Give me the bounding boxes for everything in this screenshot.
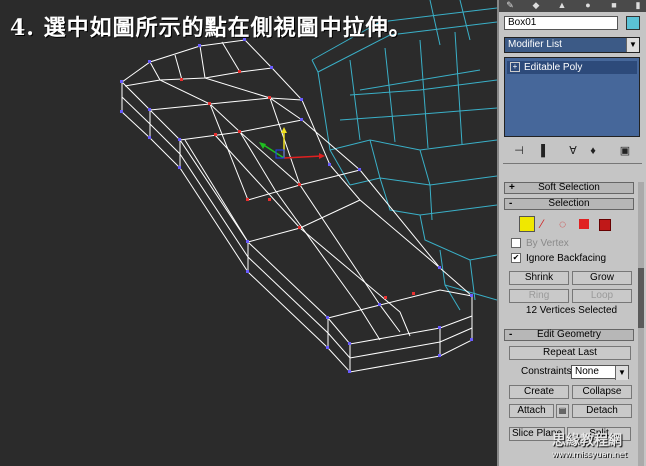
create-tab-icon[interactable]: ✎ xyxy=(503,0,517,10)
repeat-last-button[interactable]: Repeat Last xyxy=(509,346,631,360)
constraints-label: Constraints: xyxy=(521,366,575,377)
constraints-value: None xyxy=(575,366,599,377)
panel-scrollbar[interactable] xyxy=(638,182,644,466)
display-tab-icon[interactable]: ■ xyxy=(607,0,621,10)
subobject-icons: ⁄ ◌ xyxy=(519,216,619,232)
modifier-list-dropdown[interactable]: Modifier List ▼ xyxy=(504,37,640,53)
rollout-selection-label: Selection xyxy=(548,198,590,209)
background-cyan-mesh xyxy=(311,0,497,311)
loop-button[interactable]: Loop xyxy=(572,289,632,303)
rollout-soft-selection-label: Soft Selection xyxy=(538,182,600,193)
selected-vertices xyxy=(180,70,415,299)
ring-button[interactable]: Ring xyxy=(509,289,569,303)
chevron-down-icon[interactable]: ▼ xyxy=(626,38,639,52)
detach-button[interactable]: Detach xyxy=(572,404,632,418)
utilities-tab-icon[interactable]: ▮ xyxy=(631,0,645,10)
attach-list-icon[interactable]: ▤ xyxy=(556,404,569,418)
vertices xyxy=(120,38,473,373)
rollout-selection[interactable]: - Selection xyxy=(504,198,634,210)
motion-tab-icon[interactable]: ● xyxy=(581,0,595,10)
configure-sets-icon[interactable]: ▣ xyxy=(618,144,632,158)
scrollbar-thumb[interactable] xyxy=(638,268,644,328)
selection-info: 12 Vertices Selected xyxy=(525,305,618,316)
site-watermark: 思緣教程網 www.missyuan.net xyxy=(552,430,644,464)
grow-button[interactable]: Grow xyxy=(572,271,632,285)
watermark-text: 思緣教程網 xyxy=(552,433,622,449)
ignore-backfacing-checkbox[interactable]: ✔ Ignore Backfacing xyxy=(511,253,631,265)
perspective-viewport[interactable]: 4. 選中如圖所示的點在側視圖中拉伸。 xyxy=(0,0,497,466)
by-vertex-label: By Vertex xyxy=(526,238,569,249)
shrink-button[interactable]: Shrink xyxy=(509,271,569,285)
panel-tabs: ✎ ◆ ▲ ● ■ ▮ xyxy=(499,0,646,12)
rollout-edit-geometry[interactable]: - Edit Geometry xyxy=(504,329,634,341)
stack-item-editable-poly[interactable]: + Editable Poly xyxy=(507,61,637,74)
modifier-list-label: Modifier List xyxy=(508,39,562,50)
modifier-stack[interactable]: + Editable Poly xyxy=(504,57,640,137)
check-icon: ✔ xyxy=(511,253,521,264)
remove-modifier-icon[interactable]: ♦ xyxy=(586,144,600,158)
modify-tab-icon[interactable]: ◆ xyxy=(529,0,543,10)
chevron-down-icon[interactable]: ▼ xyxy=(615,366,628,380)
expand-plus-icon[interactable]: + xyxy=(510,62,520,73)
wireframe-view xyxy=(120,0,497,373)
vertex-mode-icon[interactable] xyxy=(519,216,535,232)
object-name-field[interactable]: Box01 xyxy=(504,16,618,30)
edge-mode-icon[interactable]: ⁄ xyxy=(541,216,557,232)
checkbox-box xyxy=(511,238,521,249)
border-mode-icon[interactable]: ◌ xyxy=(559,216,575,232)
attach-button[interactable]: Attach xyxy=(509,404,554,418)
watermark-url: www.missyuan.net xyxy=(552,450,628,459)
panel-divider xyxy=(503,163,642,164)
create-button[interactable]: Create xyxy=(509,385,569,399)
make-unique-icon[interactable]: ∀ xyxy=(566,144,580,158)
element-mode-icon[interactable] xyxy=(599,219,611,231)
ignore-backfacing-label: Ignore Backfacing xyxy=(526,253,607,264)
stack-toolbar: ⊣ ▌ ∀ ♦ ▣ xyxy=(504,144,640,158)
collapse-button[interactable]: Collapse xyxy=(572,385,632,399)
constraints-select[interactable]: None ▼ xyxy=(571,365,629,380)
command-panel: ✎ ◆ ▲ ● ■ ▮ Box01 Modifier List ▼ + Edita… xyxy=(497,0,646,466)
polygon-mode-icon[interactable] xyxy=(579,219,589,229)
rollout-soft-selection[interactable]: + Soft Selection xyxy=(504,182,634,194)
rollout-edit-geometry-label: Edit Geometry xyxy=(537,329,601,340)
step-caption: 4. 選中如圖所示的點在側視圖中拉伸。 xyxy=(10,15,412,41)
pin-stack-icon[interactable]: ⊣ xyxy=(512,144,526,158)
by-vertex-checkbox[interactable]: By Vertex xyxy=(511,238,631,250)
show-end-result-icon[interactable]: ▌ xyxy=(538,144,552,158)
hierarchy-tab-icon[interactable]: ▲ xyxy=(555,0,569,10)
stack-item-label: Editable Poly xyxy=(524,62,583,73)
object-color-swatch[interactable] xyxy=(626,16,640,30)
